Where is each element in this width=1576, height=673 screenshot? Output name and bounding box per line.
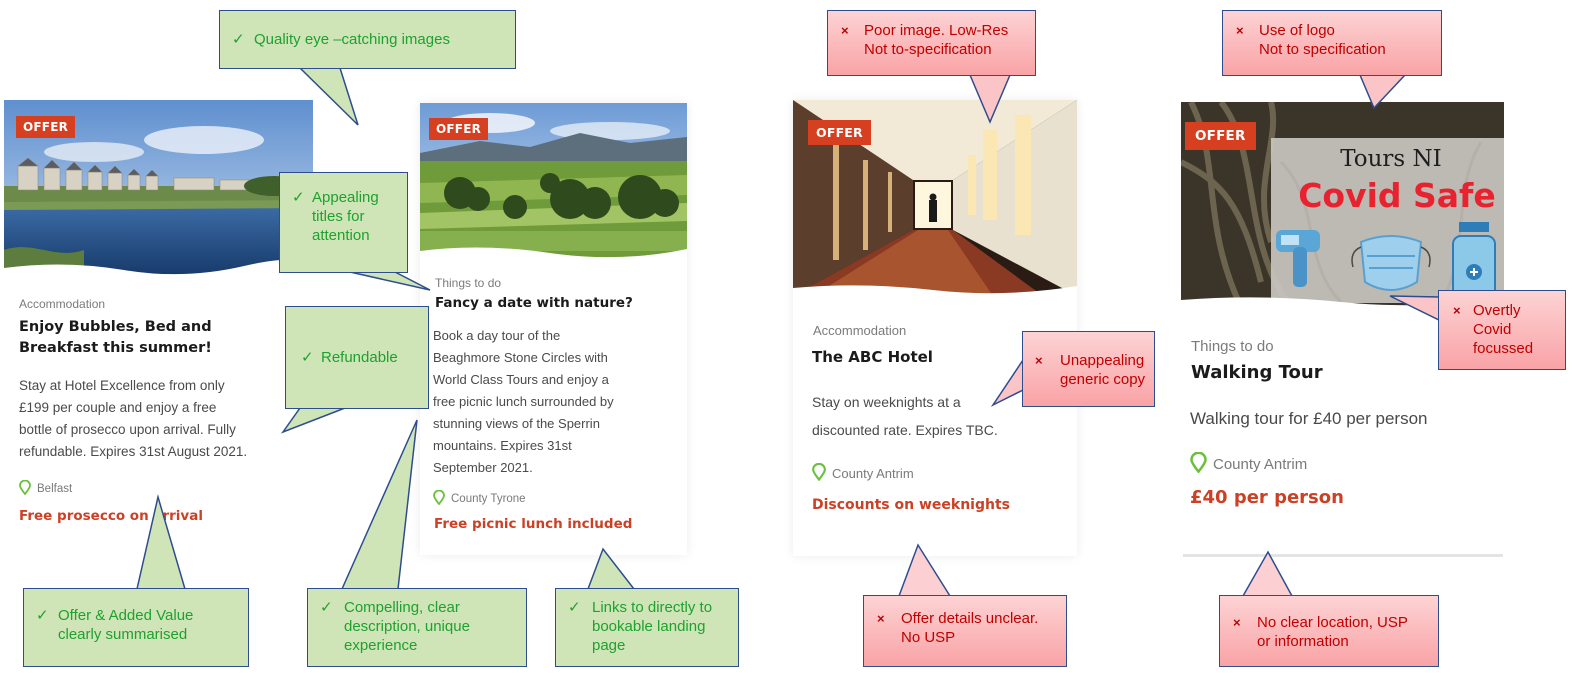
image-logo-text-covid: Covid Safe: [1298, 176, 1496, 215]
callout-covid-focussed: × Overtly Covid focussed: [1438, 290, 1566, 370]
card-title[interactable]: Fancy a date with nature?: [435, 293, 633, 313]
callout-offer-summarised: ✓ Offer & Added Value clearly summarised: [23, 588, 249, 667]
offer-card-abc-hotel[interactable]: OFFER Accommodation The ABC Hotel Stay o…: [793, 100, 1077, 556]
offer-badge: OFFER: [1185, 122, 1256, 150]
location-pin-icon: [812, 462, 826, 484]
card-description: Walking tour for £40 per person: [1190, 409, 1428, 428]
location-pin-icon: [1190, 451, 1207, 477]
callout-offer-unclear: × Offer details unclear. No USP: [863, 595, 1067, 667]
callout-refundable: ✓ Refundable: [285, 306, 429, 409]
check-icon: ✓: [36, 607, 49, 624]
cross-icon: ×: [877, 611, 885, 626]
card-description: Stay on weeknights at a discounted rate. …: [812, 394, 998, 438]
card-category: Accommodation: [19, 297, 106, 311]
check-icon: ✓: [301, 349, 314, 366]
card-usp-link[interactable]: Free picnic lunch included: [434, 516, 632, 532]
card-title-line: Breakfast this summer!: [19, 340, 212, 356]
check-icon: ✓: [568, 599, 581, 616]
card-title-line: Fancy a date with nature?: [435, 295, 633, 311]
callout-unappealing-copy: × Unappealing generic copy: [1022, 331, 1155, 407]
card-category: Things to do: [1191, 338, 1274, 355]
location-pin-icon: [19, 479, 31, 498]
cross-icon: ×: [1035, 353, 1043, 368]
card-category: Things to do: [435, 276, 502, 290]
cross-icon: ×: [841, 23, 849, 38]
offer-badge: OFFER: [429, 118, 489, 140]
card-title[interactable]: Walking Tour: [1191, 360, 1323, 386]
card-title-line: The ABC Hotel: [812, 348, 933, 366]
card-usp-link[interactable]: Free prosecco on arrival: [19, 508, 203, 524]
check-icon: ✓: [292, 189, 305, 206]
location-pin-icon: [433, 489, 445, 508]
offer-badge: OFFER: [16, 116, 76, 138]
check-icon: ✓: [320, 599, 333, 616]
card-title-line: Walking Tour: [1191, 362, 1323, 383]
card-category: Accommodation: [813, 323, 907, 338]
card-usp-link[interactable]: £40 per person: [1190, 487, 1344, 508]
offer-badge: OFFER: [808, 120, 871, 145]
cross-icon: ×: [1453, 303, 1461, 318]
card-location: County Antrim: [812, 462, 914, 484]
card-usp-link[interactable]: Discounts on weeknights: [812, 497, 1010, 513]
callout-quality-images: ✓ Quality eye –catching images: [219, 10, 516, 69]
card-description: Book a day tour of the Beaghmore Stone Ci…: [433, 328, 614, 475]
callout-appealing-titles: ✓ Appealing titles for attention: [279, 172, 408, 273]
card-description: Stay at Hotel Excellence from only £199 p…: [19, 378, 248, 459]
check-icon: ✓: [232, 31, 245, 48]
card-location: County Antrim: [1190, 451, 1307, 477]
card-location: Belfast: [19, 479, 72, 498]
callout-logo-use: × Use of logo Not to specification: [1222, 10, 1442, 76]
card-title[interactable]: Enjoy Bubbles, Bed and Breakfast this su…: [19, 317, 212, 359]
card-location: County Tyrone: [433, 489, 526, 508]
offer-card-hotel-excellence[interactable]: OFFER Accommodation Enjoy Bubbles, Bed a…: [4, 100, 313, 540]
callout-bookable-links: ✓ Links to directly to bookable landing pa…: [555, 588, 739, 667]
cross-icon: ×: [1233, 615, 1241, 630]
offer-card-beaghmore-tour[interactable]: OFFER Things to do Fancy a date with nat…: [420, 103, 687, 555]
callout-no-clear-location: × No clear location, USP or information: [1219, 595, 1439, 667]
image-logo-text-tours: Tours NI: [1340, 146, 1442, 172]
card-divider: [1183, 554, 1503, 557]
cross-icon: ×: [1236, 23, 1244, 38]
card-title-line: Enjoy Bubbles, Bed and: [19, 319, 212, 335]
card-title[interactable]: The ABC Hotel: [812, 346, 933, 368]
callout-compelling-description: ✓ Compelling, clear description, unique ex…: [307, 588, 527, 667]
callout-poor-image: × Poor image. Low-Res Not to-specificatio…: [827, 10, 1036, 76]
